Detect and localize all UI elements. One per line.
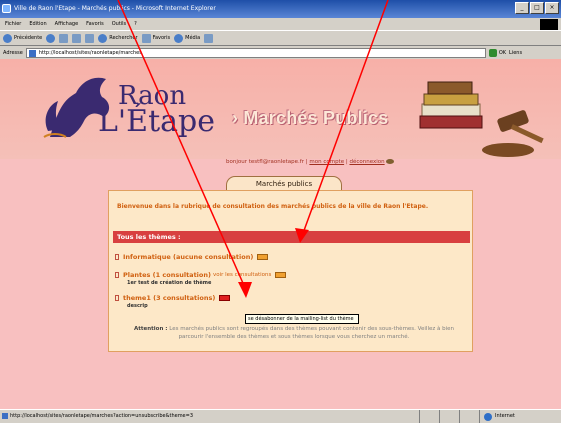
status-cell: [420, 410, 440, 423]
stop-button[interactable]: [59, 33, 69, 43]
user-separator: |: [345, 159, 348, 165]
gavel-illustration-icon: [482, 110, 544, 157]
maximize-button[interactable]: □: [530, 2, 544, 14]
attention-text: Les marchés publics sont regroupés dans …: [169, 326, 454, 340]
search-button[interactable]: Rechercher: [98, 31, 138, 46]
security-zone: Internet: [480, 410, 515, 423]
theme-item-plantes: Plantes (1 consultation) voir les consul…: [115, 271, 287, 279]
site-header: Raon L'Étape › Marchés Publics: [0, 59, 561, 159]
back-arrow-icon: [3, 33, 12, 43]
forward-button[interactable]: [46, 33, 56, 43]
theme-link[interactable]: Plantes (1 consultation): [123, 271, 211, 279]
home-button[interactable]: [85, 33, 95, 43]
go-arrow-icon: [488, 48, 497, 57]
go-button[interactable]: OK: [488, 48, 506, 57]
folder-icon: [115, 295, 119, 301]
links-button[interactable]: Liens: [509, 50, 522, 56]
menu-outils[interactable]: Outils: [109, 18, 129, 30]
windows-logo-icon: [540, 19, 558, 30]
theme-item-informatique: Informatique (aucune consultation): [115, 253, 269, 261]
attention-note: Attention : Les marchés publics sont reg…: [129, 326, 459, 341]
tab-marches-publics[interactable]: Marchés publics: [226, 176, 342, 191]
logout-icon[interactable]: [386, 159, 395, 164]
theme-item-theme1: theme1 (3 consultations): [115, 294, 231, 302]
menu-favoris[interactable]: Favoris: [83, 18, 107, 30]
address-label: Adresse: [3, 49, 23, 56]
themes-header: Tous les thèmes :: [113, 231, 470, 243]
menu-help[interactable]: ?: [131, 18, 140, 30]
folder-icon: [115, 272, 119, 278]
refresh-icon: [72, 33, 82, 43]
menu-bar: Fichier Edition Affichage Favoris Outils…: [0, 18, 561, 30]
close-button[interactable]: ×: [545, 2, 559, 14]
theme-link[interactable]: theme1 (3 consultations): [123, 294, 215, 302]
favorites-button[interactable]: Favoris: [141, 31, 170, 46]
theme-link[interactable]: Informatique (aucune consultation): [123, 253, 253, 261]
user-bar: bonjour testfl@raonletape.fr | mon compt…: [226, 159, 561, 165]
minimize-button[interactable]: _: [515, 2, 529, 14]
theme-description: 1er test de création de thème: [127, 280, 212, 286]
status-url: http://localhost/sites/raonletape/marche…: [0, 410, 420, 423]
unsubscribe-tooltip: se désabonner de la mailing-list du thèm…: [245, 314, 359, 324]
ie-icon: [2, 4, 11, 13]
subscribe-icon[interactable]: [257, 254, 269, 260]
status-cell: [460, 410, 480, 423]
history-button[interactable]: [204, 33, 214, 43]
stop-icon: [59, 33, 69, 43]
status-cell: [440, 410, 460, 423]
search-icon: [98, 33, 108, 43]
title-bar: Ville de Raon l'Etape - Marchés publics …: [0, 0, 561, 18]
unsubscribe-icon[interactable]: [219, 295, 231, 301]
view-consultations-link[interactable]: voir les consultations: [213, 272, 271, 278]
folder-icon: [115, 254, 119, 260]
theme-description: descrip: [127, 303, 148, 309]
menu-edition[interactable]: Edition: [26, 18, 49, 30]
home-icon: [85, 33, 95, 43]
page-content: Raon L'Étape › Marchés Publics bonjour t…: [0, 59, 561, 409]
attention-label: Attention :: [134, 326, 168, 332]
page-title: › Marchés Publics: [232, 108, 389, 128]
window-title: Ville de Raon l'Etape - Marchés publics …: [14, 5, 216, 12]
subscribe-icon[interactable]: [275, 272, 287, 278]
address-input[interactable]: http://localhost/sites/raonletape/marche…: [25, 47, 486, 58]
media-icon: [174, 33, 184, 43]
media-button[interactable]: Média: [174, 31, 200, 46]
browser-window: Ville de Raon l'Etape - Marchés publics …: [0, 0, 561, 423]
toolbar: Précédente Rechercher Favoris Média: [0, 30, 561, 46]
logout-link[interactable]: déconnexion: [349, 159, 384, 165]
refresh-button[interactable]: [72, 33, 82, 43]
status-bar: http://localhost/sites/raonletape/marche…: [0, 409, 561, 423]
address-bar: Adresse http://localhost/sites/raonletap…: [0, 46, 561, 59]
menu-affichage[interactable]: Affichage: [52, 18, 82, 30]
window-controls: _ □ ×: [515, 2, 559, 14]
menu-fichier[interactable]: Fichier: [2, 18, 24, 30]
forward-arrow-icon: [46, 33, 56, 43]
history-icon: [204, 33, 214, 43]
globe-icon: [484, 412, 492, 421]
intro-text: Bienvenue dans la rubrique de consultati…: [117, 203, 429, 210]
account-link[interactable]: mon compte: [309, 159, 344, 165]
marches-panel: Bienvenue dans la rubrique de consultati…: [108, 190, 473, 352]
favorites-icon: [141, 33, 151, 43]
user-greeting: bonjour testfl@raonletape.fr |: [226, 159, 308, 165]
back-button[interactable]: Précédente: [3, 31, 42, 46]
logo-letape-text: L'Étape: [98, 104, 215, 139]
